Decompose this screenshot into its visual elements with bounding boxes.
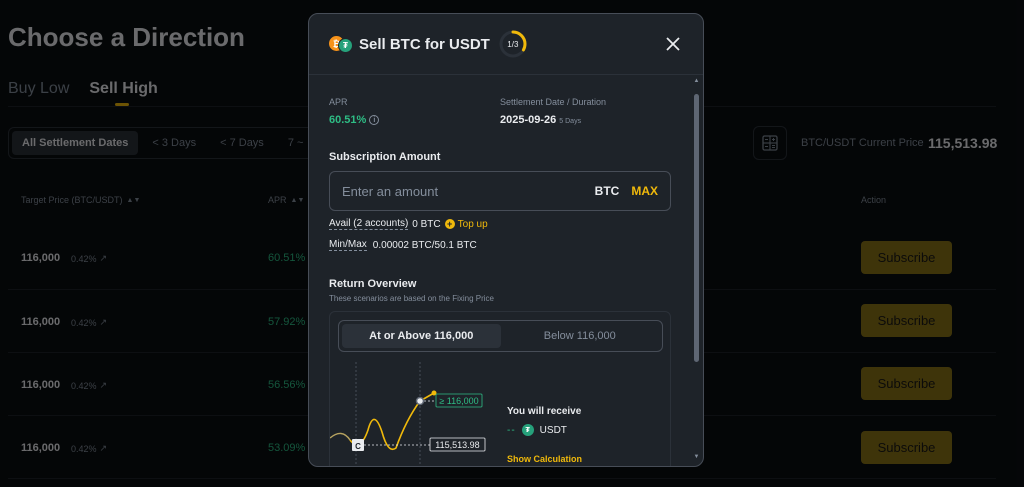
show-calculation-link[interactable]: Show Calculation bbox=[507, 454, 582, 464]
scenario-tabs: At or Above 116,000 Below 116,000 bbox=[338, 320, 663, 352]
row-change: 0.42% ↗ bbox=[71, 317, 107, 328]
trend-up-icon: ↗ bbox=[99, 253, 108, 263]
scroll-up-icon[interactable]: ▲ bbox=[693, 78, 700, 84]
topup-label: Top up bbox=[457, 218, 488, 230]
close-button[interactable] bbox=[663, 34, 683, 54]
trend-up-icon: ↗ bbox=[99, 317, 108, 327]
coin-pair-icon: ₿ ₮ bbox=[329, 35, 353, 53]
settlement-date: 2025-09-26 bbox=[500, 114, 557, 126]
row-target-price: 116,000 bbox=[21, 252, 61, 264]
minmax-value: 0.00002 BTC/50.1 BTC bbox=[372, 239, 477, 251]
settlement-value: 2025-09-26 5 Days bbox=[500, 114, 581, 126]
sort-icon: ▲▼ bbox=[290, 196, 305, 204]
row-apr: 53.09% bbox=[268, 442, 306, 454]
row-apr: 57.92% bbox=[268, 316, 306, 328]
receive-row: -- ₮ USDT bbox=[507, 424, 567, 436]
close-icon bbox=[666, 37, 680, 51]
chart-price-path-muted bbox=[330, 432, 351, 441]
column-target-price[interactable]: Target Price (BTC/USDT) ▲▼ bbox=[21, 195, 140, 205]
current-price-value: 115,513.98 bbox=[928, 135, 998, 151]
row-change: 0.42% ↗ bbox=[71, 253, 107, 264]
column-action-label: Action bbox=[861, 195, 887, 205]
subscribe-modal: ₿ ₮ Sell BTC for USDT 1/3 APR 60.51% i S… bbox=[308, 13, 704, 467]
subscribe-button[interactable]: Subscribe bbox=[861, 241, 952, 274]
apr-value-group: 60.51% i bbox=[329, 114, 380, 126]
amount-field: BTC MAX bbox=[329, 171, 671, 211]
return-overview-title: Return Overview bbox=[329, 278, 417, 290]
apr-label: APR bbox=[329, 97, 348, 107]
row-apr: 60.51% bbox=[268, 252, 306, 264]
modal-title: Sell BTC for USDT bbox=[359, 35, 490, 53]
column-apr[interactable]: APR ▲▼ bbox=[268, 195, 304, 205]
receive-title: You will receive bbox=[507, 406, 582, 417]
max-button[interactable]: MAX bbox=[631, 184, 658, 198]
step-indicator: 1/3 bbox=[507, 39, 519, 49]
amount-input[interactable] bbox=[342, 183, 595, 199]
row-target-price: 116,000 bbox=[21, 379, 61, 391]
tab-sell-high[interactable]: Sell High bbox=[89, 80, 158, 106]
usdt-icon: ₮ bbox=[521, 424, 534, 436]
usdt-icon: ₮ bbox=[338, 38, 353, 53]
direction-tabs: Buy Low Sell High bbox=[8, 80, 158, 106]
row-change-value: 0.42% bbox=[71, 380, 97, 391]
row-divider bbox=[8, 478, 996, 479]
chart-current-label: 115,513.98 bbox=[435, 440, 479, 450]
calculator-icon bbox=[762, 135, 778, 151]
legend-dash-icon: -- bbox=[507, 424, 516, 436]
filter-all-dates[interactable]: All Settlement Dates bbox=[12, 131, 139, 155]
filter-lt-7-days[interactable]: < 7 Days bbox=[210, 131, 274, 155]
page-title: Choose a Direction bbox=[8, 22, 245, 52]
row-change-value: 0.42% bbox=[71, 317, 97, 328]
calculator-button[interactable] bbox=[753, 126, 787, 160]
chart-c-marker: C bbox=[355, 442, 361, 451]
column-action: Action bbox=[861, 195, 886, 205]
avail-label[interactable]: Avail (2 accounts) bbox=[329, 218, 409, 230]
row-change: 0.42% ↗ bbox=[71, 443, 107, 454]
subscribe-button[interactable]: Subscribe bbox=[861, 367, 952, 400]
trend-up-icon: ↗ bbox=[99, 380, 108, 390]
row-target-price: 116,000 bbox=[21, 442, 61, 454]
row-apr: 56.56% bbox=[268, 379, 306, 391]
subscribe-button[interactable]: Subscribe bbox=[861, 431, 952, 464]
return-overview-card: At or Above 116,000 Below 116,000 ≥ 116,… bbox=[329, 311, 671, 466]
trend-up-icon: ↗ bbox=[99, 443, 108, 453]
avail-value: 0 BTC bbox=[412, 218, 441, 230]
minmax-label[interactable]: Min/Max bbox=[329, 239, 367, 251]
scrollbar-thumb[interactable] bbox=[694, 94, 699, 362]
filter-lt-3-days[interactable]: < 3 Days bbox=[142, 131, 206, 155]
plus-icon: + bbox=[444, 219, 455, 229]
scenario-chart: ≥ 116,000 C 115,513.98 bbox=[330, 362, 486, 466]
subscription-title: Subscription Amount bbox=[329, 151, 441, 163]
row-target-price: 116,000 bbox=[21, 316, 61, 328]
min-max-limits: Min/Max 0.00002 BTC/50.1 BTC bbox=[329, 239, 477, 251]
settlement-label: Settlement Date / Duration bbox=[500, 97, 607, 107]
tab-at-or-above[interactable]: At or Above 116,000 bbox=[342, 324, 501, 348]
modal-body: APR 60.51% i Settlement Date / Duration … bbox=[309, 75, 691, 466]
column-apr-label: APR bbox=[268, 195, 287, 205]
settlement-filter-bar: All Settlement Dates < 3 Days < 7 Days 7… bbox=[8, 127, 338, 159]
modal-header: ₿ ₮ Sell BTC for USDT 1/3 bbox=[309, 14, 703, 75]
row-change-value: 0.42% bbox=[71, 253, 97, 264]
topup-link[interactable]: + Top up bbox=[444, 218, 488, 230]
apr-value: 60.51% bbox=[329, 114, 367, 126]
scroll-down-icon[interactable]: ▼ bbox=[693, 454, 700, 460]
tab-below[interactable]: Below 116,000 bbox=[501, 324, 660, 348]
tab-buy-low[interactable]: Buy Low bbox=[8, 80, 69, 106]
row-change: 0.42% ↗ bbox=[71, 380, 107, 391]
column-target-price-label: Target Price (BTC/USDT) bbox=[21, 195, 123, 205]
chart-target-label: ≥ 116,000 bbox=[439, 396, 478, 406]
available-balance: Avail (2 accounts) 0 BTC + Top up bbox=[329, 218, 488, 230]
info-icon[interactable]: i bbox=[369, 115, 380, 125]
settlement-duration: 5 Days bbox=[559, 118, 582, 125]
current-price-label: BTC/USDT Current Price bbox=[801, 137, 924, 149]
step-progress-ring: 1/3 bbox=[498, 29, 528, 59]
amount-unit: BTC bbox=[594, 184, 620, 198]
row-change-value: 0.42% bbox=[71, 443, 97, 454]
chart-target-point bbox=[415, 396, 425, 406]
receive-currency: USDT bbox=[539, 424, 567, 436]
sort-icon: ▲▼ bbox=[126, 196, 141, 204]
subscribe-button[interactable]: Subscribe bbox=[861, 304, 952, 337]
return-overview-subtitle: These scenarios are based on the Fixing … bbox=[329, 294, 494, 303]
